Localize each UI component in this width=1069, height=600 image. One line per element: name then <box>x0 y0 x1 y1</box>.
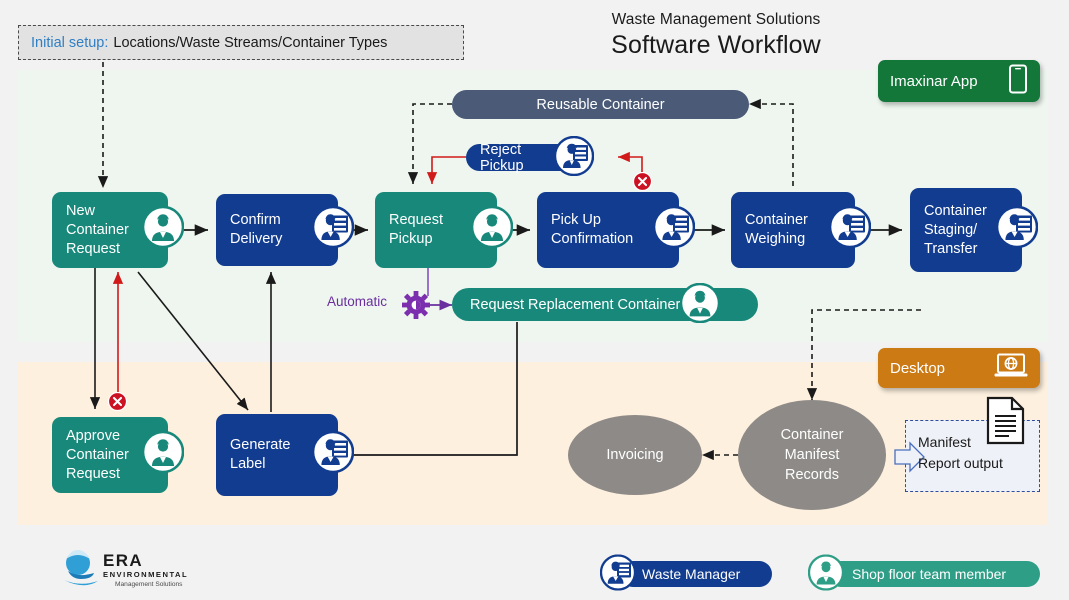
node-pick-up-confirmation: Pick Up Confirmation <box>537 192 696 268</box>
shop-floor-icon <box>680 282 721 327</box>
globe-icon <box>62 548 100 593</box>
node-container-staging-transfer: Container Staging/ Transfer <box>910 188 1039 272</box>
legend-shop-floor-team: Shop floor team member <box>807 554 1040 591</box>
smartphone-icon <box>1008 64 1028 98</box>
pill-reject-pickup-label: Reject Pickup <box>480 141 524 174</box>
node-confirm-delivery-label: Confirm Delivery <box>230 212 283 247</box>
badge-desktop: Desktop <box>878 348 1040 388</box>
node-approve-container-request-label: Approve Container Request <box>66 427 129 482</box>
badge-imaxinar-app-label: Imaxinar App <box>890 72 978 90</box>
initial-setup-box: Initial setup: Locations/Waste Streams/C… <box>18 25 464 60</box>
node-confirm-delivery: Confirm Delivery <box>216 194 355 266</box>
x-circle-icon-approve <box>107 391 128 416</box>
page-title: Waste Management Solutions Software Work… <box>506 10 926 61</box>
gear-icon <box>402 291 430 324</box>
pill-reusable-container-label: Reusable Container <box>536 96 665 113</box>
shop-floor-icon <box>807 554 845 594</box>
node-generate-label-label: Generate Label <box>230 437 291 472</box>
era-logo-text: ERA ENVIRONMENTAL Management Solutions <box>103 552 188 590</box>
automatic-label: Automatic <box>327 294 388 309</box>
initial-setup-label: Initial setup: <box>31 34 109 51</box>
title-main: Software Workflow <box>611 31 821 59</box>
legend-shop-floor-team-label: Shop floor team member <box>852 566 1007 582</box>
era-logo-line3: Management Solutions <box>115 580 183 588</box>
waste-manager-icon <box>599 554 637 594</box>
legend-waste-manager: Waste Manager <box>599 554 772 591</box>
ellipse-invoicing-label: Invoicing <box>606 447 664 463</box>
node-container-staging-transfer-label: Container Staging/ Transfer <box>924 202 987 257</box>
badge-desktop-label: Desktop <box>890 359 946 377</box>
pill-reusable-container: Reusable Container <box>452 90 749 119</box>
ellipse-invoicing: Invoicing <box>568 415 702 495</box>
waste-manager-icon <box>311 205 355 254</box>
badge-imaxinar-app: Imaxinar App <box>878 60 1040 102</box>
era-logo-line2: ENVIRONMENTAL <box>103 569 189 579</box>
node-container-weighing-label: Container Weighing <box>745 212 808 247</box>
pill-request-replacement-container-label: Request Replacement Container <box>470 296 681 313</box>
node-container-weighing: Container Weighing <box>731 192 872 268</box>
waste-manager-icon <box>553 135 595 180</box>
shop-floor-icon <box>470 205 514 254</box>
ellipse-container-manifest-records-label: Container Manifest Records <box>780 427 844 483</box>
node-approve-container-request: Approve Container Request <box>52 417 185 493</box>
pill-request-replacement-container: Request Replacement Container <box>452 282 758 323</box>
node-new-container-request: New Container Request <box>52 192 185 268</box>
node-request-pickup: Request Pickup <box>375 192 514 268</box>
era-logo-name: ERA <box>103 550 144 570</box>
node-new-container-request-label: New Container Request <box>66 202 129 257</box>
node-request-pickup-label: Request Pickup <box>389 212 444 247</box>
node-pick-up-confirmation-label: Pick Up Confirmation <box>551 212 634 247</box>
era-logo: ERA ENVIRONMENTAL Management Solutions <box>62 548 188 593</box>
ellipse-container-manifest-records: Container Manifest Records <box>738 400 886 510</box>
node-generate-label: Generate Label <box>216 414 355 496</box>
laptop-globe-icon <box>994 353 1028 383</box>
pill-reject-pickup: Reject Pickup <box>466 135 595 176</box>
title-subtitle: Waste Management Solutions <box>611 11 821 28</box>
initial-setup-value: Locations/Waste Streams/Container Types <box>113 34 388 51</box>
document-icon <box>985 396 1027 451</box>
legend-waste-manager-label: Waste Manager <box>642 566 741 582</box>
